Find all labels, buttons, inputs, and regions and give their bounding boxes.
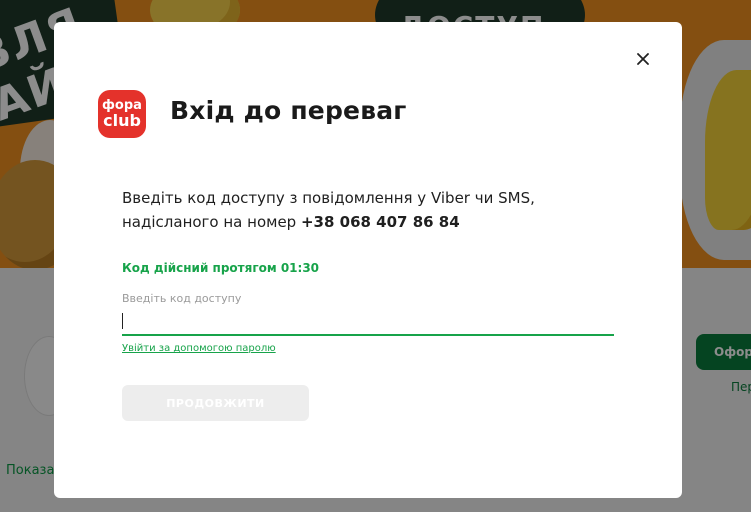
- description: Введіть код доступу з повідомлення у Vib…: [122, 186, 542, 234]
- code-input[interactable]: [122, 310, 614, 336]
- phone-number: +38 068 407 86 84: [300, 213, 460, 231]
- code-validity: Код дійсний протягом 01:30: [122, 261, 320, 275]
- description-line2: надісланого на номер: [122, 213, 301, 231]
- close-button[interactable]: [632, 48, 654, 70]
- description-line1: Введіть код доступу з повідомлення у Vib…: [122, 189, 535, 207]
- logo-line1: фора: [102, 97, 142, 113]
- code-field-label: Введіть код доступу: [122, 292, 242, 305]
- close-icon: [637, 53, 649, 65]
- modal-title: Вхід до переваг: [170, 96, 407, 125]
- fora-club-logo: фора club: [98, 90, 146, 138]
- password-login-link[interactable]: Увійти за допомогою паролю: [122, 343, 276, 354]
- login-modal: фора club Вхід до переваг Введіть код до…: [54, 22, 682, 498]
- logo-line2: club: [103, 110, 141, 130]
- continue-button[interactable]: ПРОДОВЖИТИ: [122, 385, 309, 421]
- text-caret: [122, 313, 123, 329]
